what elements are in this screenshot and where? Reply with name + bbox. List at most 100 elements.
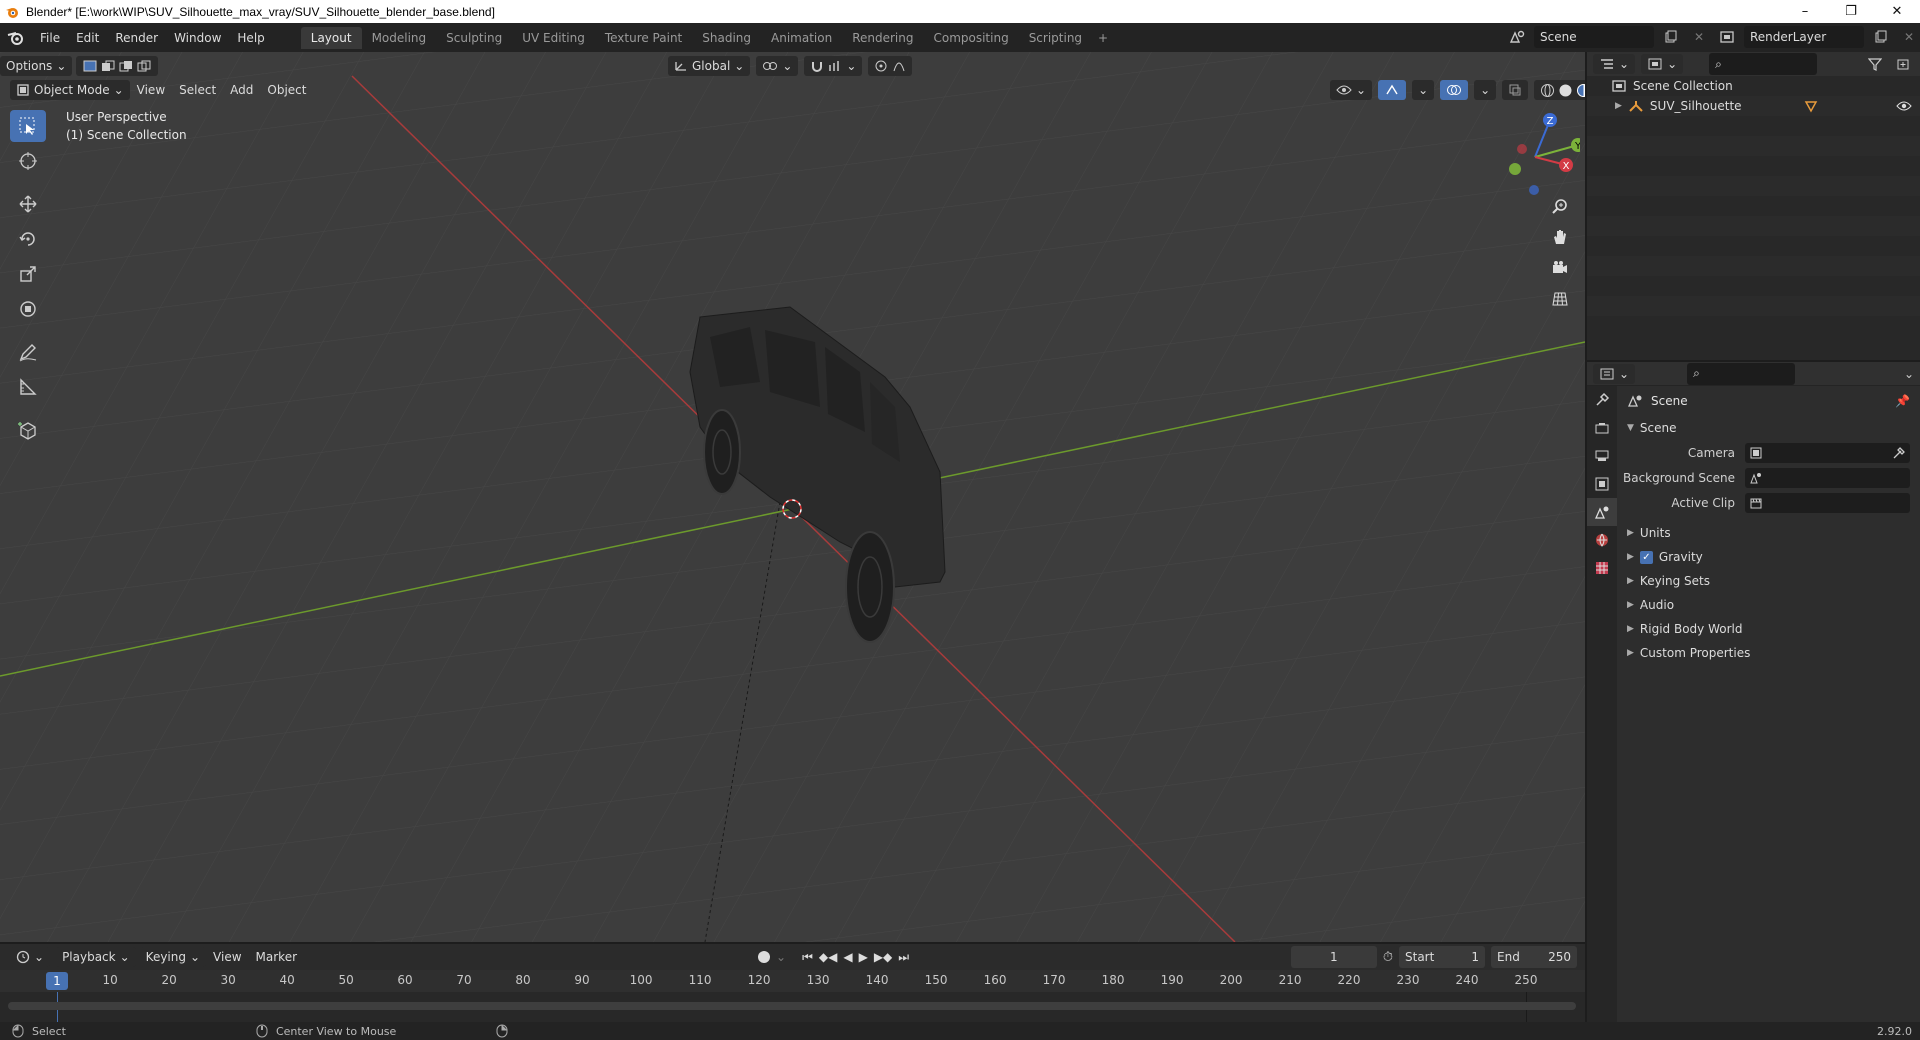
- visibility-dropdown[interactable]: ⌄: [1330, 80, 1373, 100]
- timeline-editor-type[interactable]: ⌄: [10, 947, 51, 967]
- tab-uv-editing[interactable]: UV Editing: [512, 27, 595, 49]
- timeline-scrollbar[interactable]: [8, 1002, 1576, 1010]
- navigation-gizmo[interactable]: Z Y X: [1490, 112, 1580, 202]
- scene-icon[interactable]: [1506, 26, 1528, 48]
- tab-tool[interactable]: [1587, 386, 1617, 414]
- expand-arrow-icon[interactable]: ▶: [1615, 101, 1622, 111]
- panel-rigid-body-header[interactable]: ▶ Rigid Body World: [1617, 617, 1920, 641]
- tab-view-layer[interactable]: [1587, 470, 1617, 498]
- properties-editor-type[interactable]: ⌄: [1593, 363, 1636, 384]
- panel-units-header[interactable]: ▶ Units: [1617, 521, 1920, 545]
- tab-scene[interactable]: [1587, 498, 1617, 526]
- viewport-menu-add[interactable]: Add: [223, 83, 260, 97]
- new-scene-icon[interactable]: [1660, 26, 1682, 48]
- blender-menu-icon[interactable]: [0, 30, 32, 46]
- timeline-ruler[interactable]: 1 10 20 30 40 50 60 70 80 90 100 110 120 130 140 150 16…: [0, 970, 1585, 992]
- chevron-down-icon[interactable]: ⌄: [776, 950, 786, 964]
- jump-start-icon[interactable]: ⏮: [802, 950, 813, 965]
- jump-keyframe-back-icon[interactable]: ◆◀: [819, 950, 837, 964]
- shading-mode-group[interactable]: [1534, 80, 1585, 100]
- outliner-scene-collection[interactable]: Scene Collection: [1587, 76, 1920, 96]
- annotate-tool[interactable]: [10, 336, 46, 368]
- overlays-dropdown[interactable]: ⌄: [1474, 80, 1497, 100]
- display-mode-dropdown[interactable]: ⌄: [1641, 54, 1684, 74]
- panel-audio-header[interactable]: ▶ Audio: [1617, 593, 1920, 617]
- new-collection-icon[interactable]: [1892, 53, 1914, 75]
- timeline-editor[interactable]: ⌄ Playback ⌄ Keying ⌄ View Marker ⌄ ⏮ ◆◀…: [0, 944, 1585, 1022]
- menu-file[interactable]: File: [32, 27, 68, 49]
- close-button[interactable]: ✕: [1874, 0, 1920, 23]
- gizmo-toggle[interactable]: [1378, 80, 1407, 100]
- outliner-item-suv[interactable]: ▶ SUV_Silhouette: [1587, 96, 1920, 116]
- outliner-search-input[interactable]: ⌕: [1709, 53, 1818, 75]
- background-scene-field[interactable]: [1745, 467, 1910, 488]
- jump-keyframe-forward-icon[interactable]: ▶◆: [874, 950, 892, 964]
- xray-toggle[interactable]: [1502, 80, 1529, 100]
- active-clip-field[interactable]: [1745, 492, 1910, 513]
- rotate-tool[interactable]: [10, 223, 46, 255]
- gravity-checkbox[interactable]: ✓: [1639, 550, 1653, 564]
- tab-texture[interactable]: [1587, 554, 1617, 582]
- start-frame-field[interactable]: Start 1: [1399, 946, 1485, 968]
- tab-animation[interactable]: Animation: [761, 27, 842, 49]
- cursor-tool[interactable]: [10, 145, 46, 177]
- scale-tool[interactable]: [10, 258, 46, 290]
- gizmo-dropdown[interactable]: ⌄: [1412, 80, 1435, 100]
- tab-sculpting[interactable]: Sculpting: [436, 27, 512, 49]
- tab-shading[interactable]: Shading: [692, 27, 761, 49]
- delete-scene-icon[interactable]: ✕: [1688, 26, 1710, 48]
- transform-tool[interactable]: [10, 293, 46, 325]
- tab-scripting[interactable]: Scripting: [1019, 27, 1092, 49]
- maximize-button[interactable]: ❐: [1828, 0, 1874, 23]
- current-frame-field[interactable]: 1: [1290, 946, 1377, 968]
- record-icon[interactable]: [758, 951, 771, 963]
- delete-layer-icon[interactable]: ✕: [1898, 26, 1920, 48]
- panel-scene-header[interactable]: ▼ Scene: [1617, 416, 1920, 440]
- move-tool[interactable]: [10, 188, 46, 220]
- menu-help[interactable]: Help: [229, 27, 272, 49]
- outliner-editor-type[interactable]: ⌄: [1593, 54, 1636, 74]
- panel-custom-properties-header[interactable]: ▶ Custom Properties: [1617, 641, 1920, 665]
- playback-menu[interactable]: Playback ⌄: [56, 947, 136, 967]
- playhead[interactable]: 1: [46, 972, 68, 990]
- tab-texture-paint[interactable]: Texture Paint: [595, 27, 692, 49]
- camera-field[interactable]: [1745, 442, 1910, 463]
- scene-selector[interactable]: Scene: [1534, 26, 1654, 48]
- pin-icon[interactable]: 📌: [1895, 394, 1910, 408]
- timeline-menu-view[interactable]: View: [206, 950, 248, 964]
- options-dropdown[interactable]: Options ⌄: [0, 56, 73, 76]
- pan-button[interactable]: [1546, 223, 1574, 251]
- viewport-menu-select[interactable]: Select: [172, 83, 223, 97]
- mode-dropdown[interactable]: Object Mode ⌄: [10, 80, 130, 100]
- menu-render[interactable]: Render: [107, 27, 166, 49]
- keying-menu[interactable]: Keying ⌄: [139, 947, 207, 967]
- menu-window[interactable]: Window: [166, 27, 229, 49]
- menu-edit[interactable]: Edit: [68, 27, 107, 49]
- panel-gravity-header[interactable]: ▶ ✓ Gravity: [1617, 545, 1920, 569]
- ortho-toggle-button[interactable]: [1546, 285, 1574, 313]
- 3d-viewport[interactable]: Global ⌄ ⌄ ⌄ Options ⌄ Object Mode ⌄ Vie…: [0, 52, 1585, 942]
- tab-output[interactable]: [1587, 442, 1617, 470]
- jump-end-icon[interactable]: ⏭: [898, 950, 909, 965]
- tab-layout[interactable]: Layout: [300, 26, 362, 49]
- filter-icon[interactable]: [1864, 53, 1886, 75]
- chevron-down-icon[interactable]: ⌄: [1904, 367, 1914, 381]
- tab-modeling[interactable]: Modeling: [362, 27, 437, 49]
- play-icon[interactable]: ▶: [859, 950, 868, 964]
- tab-compositing[interactable]: Compositing: [923, 27, 1018, 49]
- properties-search-input[interactable]: ⌕: [1687, 362, 1796, 385]
- camera-view-button[interactable]: [1546, 254, 1574, 282]
- render-layer-selector[interactable]: RenderLayer: [1744, 26, 1864, 48]
- tab-world[interactable]: [1587, 526, 1617, 554]
- select-box-tool[interactable]: [10, 110, 46, 142]
- add-cube-tool[interactable]: [10, 414, 46, 446]
- timeline-menu-marker[interactable]: Marker: [249, 950, 304, 964]
- play-reverse-icon[interactable]: ◀: [843, 950, 852, 964]
- viewport-menu-object[interactable]: Object: [260, 83, 313, 97]
- add-workspace-button[interactable]: +: [1092, 27, 1114, 49]
- tab-rendering[interactable]: Rendering: [842, 27, 923, 49]
- measure-tool[interactable]: [10, 371, 46, 403]
- panel-keying-sets-header[interactable]: ▶ Keying Sets: [1617, 569, 1920, 593]
- overlays-toggle[interactable]: [1440, 80, 1469, 100]
- end-frame-field[interactable]: End 250: [1491, 946, 1577, 968]
